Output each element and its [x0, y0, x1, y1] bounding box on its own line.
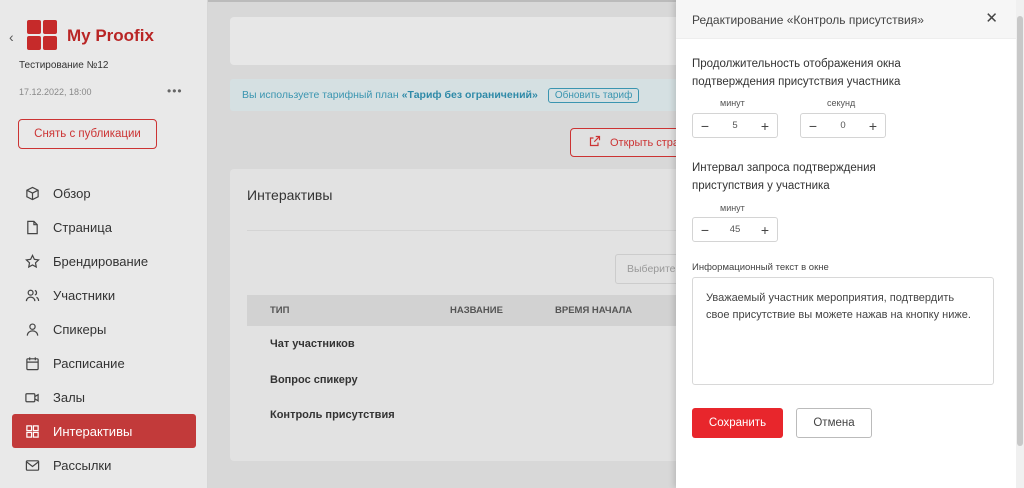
duration-minutes-stepper: − 5 +: [692, 113, 778, 138]
info-text-label: Информационный текст в окне: [692, 262, 829, 273]
duration-seconds-stepper: − 0 +: [800, 113, 886, 138]
minutes-label: минут: [720, 98, 745, 108]
increment-button[interactable]: +: [753, 218, 777, 241]
modal-backdrop[interactable]: [0, 0, 676, 488]
increment-button[interactable]: +: [861, 114, 885, 137]
duration-minutes-value[interactable]: 5: [717, 120, 753, 131]
edit-drawer: Редактирование «Контроль присутствия» ✕ …: [676, 0, 1016, 488]
seconds-label: секунд: [827, 98, 856, 108]
interval-label: Интервал запроса подтверждения приступст…: [692, 162, 876, 192]
minutes-label: минут: [720, 203, 745, 213]
decrement-button[interactable]: −: [801, 114, 825, 137]
drawer-title: Редактирование «Контроль присутствия»: [692, 13, 924, 27]
drawer-header: Редактирование «Контроль присутствия» ✕: [676, 0, 1016, 39]
duration-label: Продолжительность отображения окна подтв…: [692, 58, 901, 88]
cancel-button[interactable]: Отмена: [796, 408, 872, 438]
increment-button[interactable]: +: [753, 114, 777, 137]
duration-seconds-value[interactable]: 0: [825, 120, 861, 131]
decrement-button[interactable]: −: [693, 114, 717, 137]
save-button[interactable]: Сохранить: [692, 408, 783, 438]
interval-minutes-value[interactable]: 45: [717, 224, 753, 235]
decrement-button[interactable]: −: [693, 218, 717, 241]
info-textarea[interactable]: Уважаемый участник мероприятия, подтверд…: [692, 277, 994, 385]
interval-minutes-stepper: − 45 +: [692, 217, 778, 242]
close-icon[interactable]: ✕: [985, 11, 998, 26]
scrollbar-thumb[interactable]: [1017, 16, 1023, 446]
